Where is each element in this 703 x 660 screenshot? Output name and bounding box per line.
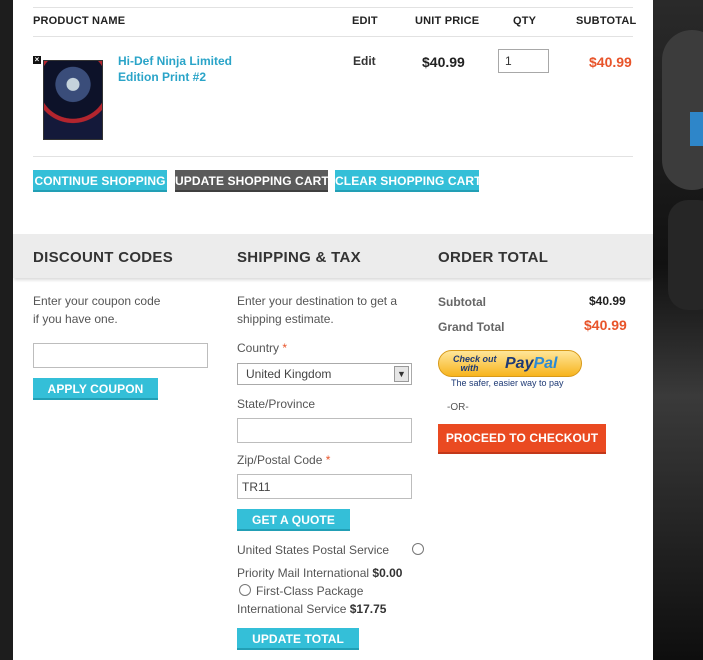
get-quote-button[interactable]: GET A QUOTE — [237, 509, 350, 531]
unit-price: $40.99 — [422, 54, 465, 70]
cart-panel: PRODUCT NAME EDIT UNIT PRICE QTY SUBTOTA… — [13, 0, 653, 660]
chevron-down-icon[interactable]: ▼ — [394, 366, 409, 382]
header-qty: QTY — [513, 15, 537, 27]
grand-total-label: Grand Total — [438, 320, 505, 334]
background-decoration — [668, 200, 703, 310]
update-total-button[interactable]: UPDATE TOTAL — [237, 628, 359, 650]
shipping-instructions: shipping estimate. — [237, 312, 334, 326]
clear-cart-button[interactable]: CLEAR SHOPPING CART — [335, 170, 481, 192]
shipping-option-firstclass: First-Class Package — [256, 584, 364, 598]
state-label: State/Province — [237, 397, 316, 411]
shipping-tax-title: SHIPPING & TAX — [237, 249, 361, 266]
subtotal-value: $40.99 — [589, 294, 626, 308]
shipping-option-priority: Priority Mail International $0.00 — [237, 566, 403, 580]
shipping-option-firstclass: International Service $17.75 — [237, 602, 387, 616]
paypal-logo: PayPal — [505, 355, 558, 372]
or-separator: -OR- — [447, 402, 469, 413]
paypal-checkout-button[interactable]: Check out with PayPal — [438, 350, 582, 377]
radio-icon[interactable] — [239, 584, 251, 596]
divider — [33, 36, 633, 37]
header-subtotal: SUBTOTAL — [576, 15, 637, 27]
divider — [33, 156, 633, 157]
zip-label: Zip/Postal Code * — [237, 453, 331, 467]
shipping-instructions: Enter your destination to get a — [237, 294, 398, 308]
update-cart-button[interactable]: UPDATE SHOPPING CART — [175, 170, 329, 192]
remove-x-icon[interactable]: × — [33, 56, 41, 64]
coupon-instructions: if you have one. — [33, 312, 118, 326]
coupon-instructions: Enter your coupon code — [33, 294, 161, 308]
radio-icon[interactable] — [412, 543, 424, 555]
divider — [33, 7, 633, 8]
order-total-title: ORDER TOTAL — [438, 249, 549, 266]
discount-codes-title: DISCOUNT CODES — [33, 249, 174, 266]
country-select[interactable]: United Kingdom ▼ — [237, 363, 412, 385]
background-decoration — [662, 30, 703, 190]
country-label: Country * — [237, 341, 288, 355]
carrier-name: United States Postal Service — [237, 543, 390, 557]
zip-input[interactable] — [237, 474, 412, 499]
product-thumbnail[interactable] — [43, 60, 103, 140]
grand-total-value: $40.99 — [584, 317, 627, 333]
background-decoration — [690, 112, 703, 146]
paypal-tagline: The safer, easier way to pay — [451, 378, 564, 388]
state-input[interactable] — [237, 418, 412, 443]
qty-input[interactable] — [498, 49, 549, 73]
proceed-to-checkout-button[interactable]: PROCEED TO CHECKOUT — [438, 424, 606, 454]
product-name-link[interactable]: Hi-Def Ninja Limited Edition Print #2 — [118, 53, 248, 85]
edit-link[interactable]: Edit — [353, 54, 376, 68]
coupon-input[interactable] — [33, 343, 208, 368]
subtotal-label: Subtotal — [438, 295, 486, 309]
continue-shopping-button[interactable]: CONTINUE SHOPPING — [33, 170, 167, 192]
header-unit-price: UNIT PRICE — [415, 15, 480, 27]
apply-coupon-button[interactable]: APPLY COUPON — [33, 378, 158, 400]
header-edit: EDIT — [352, 15, 378, 27]
row-subtotal: $40.99 — [589, 54, 632, 70]
header-product-name: PRODUCT NAME — [33, 15, 126, 27]
